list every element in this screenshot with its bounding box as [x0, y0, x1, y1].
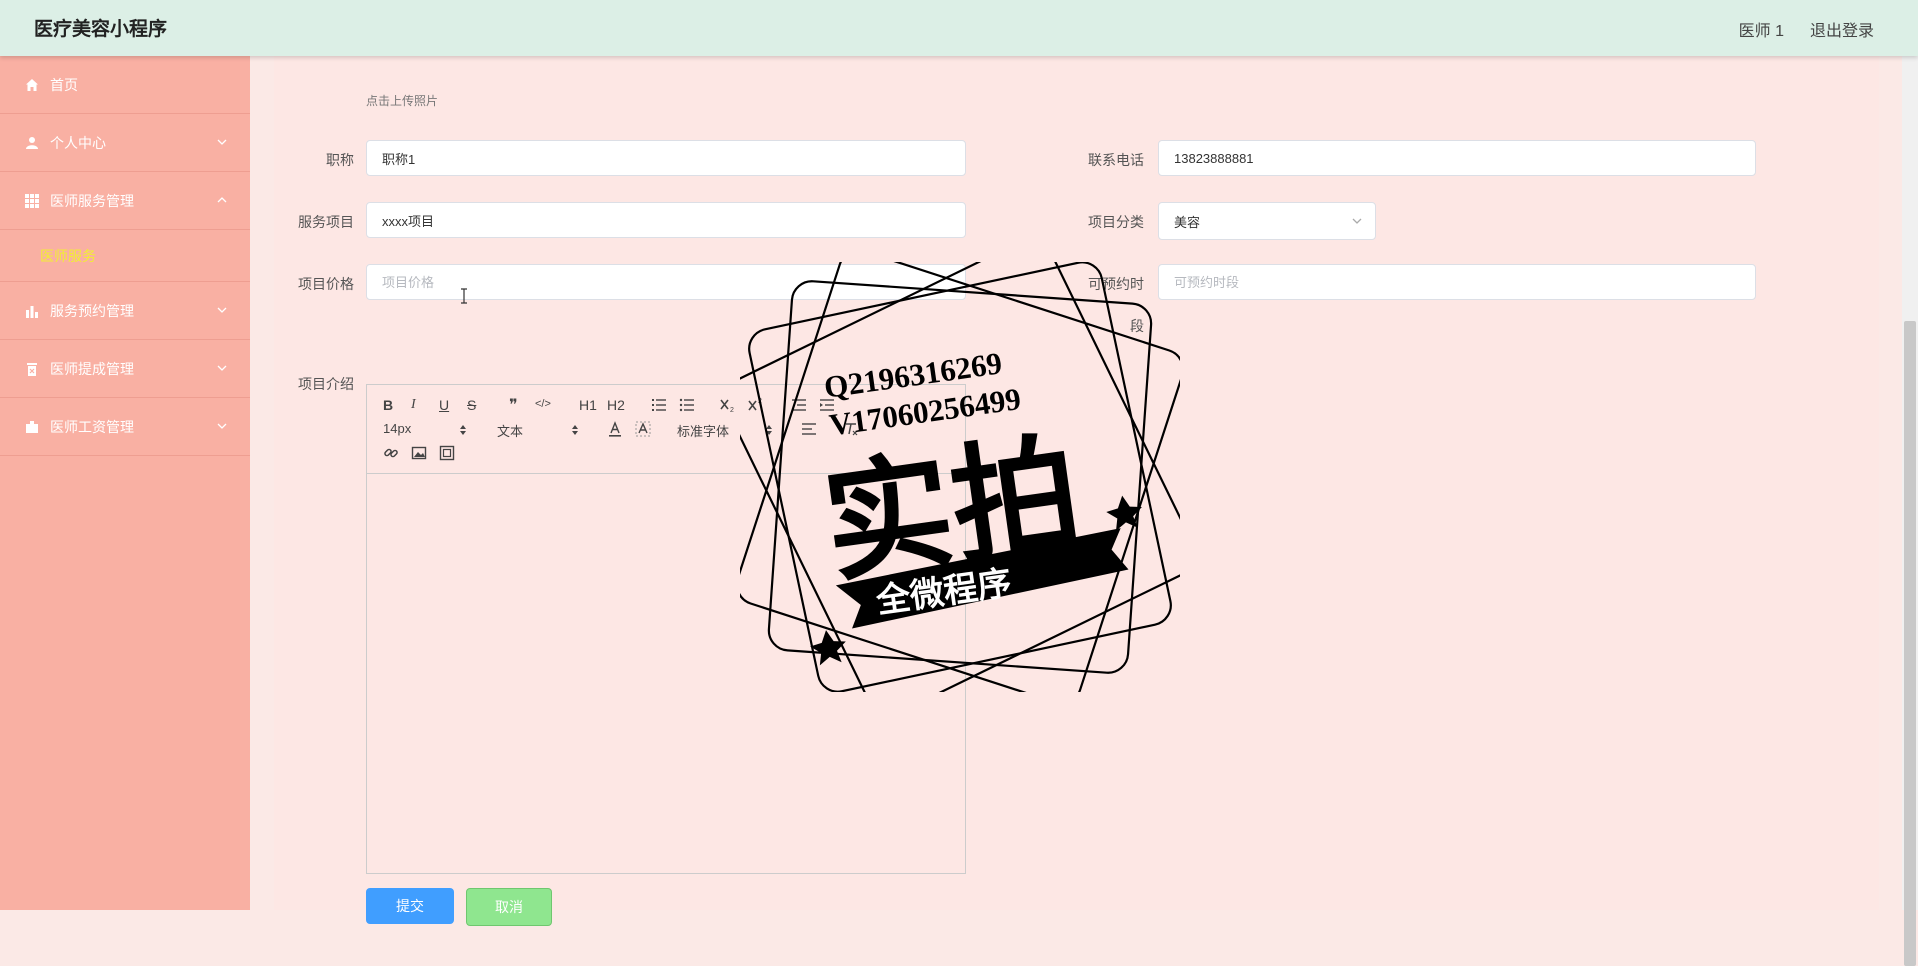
blockquote-button[interactable]: ❞	[509, 395, 518, 415]
cancel-button[interactable]: 取消	[466, 888, 552, 926]
sidebar-item-appointment[interactable]: 服务预约管理	[0, 282, 250, 340]
code-button[interactable]: </>	[535, 398, 551, 410]
price-label: 项目价格	[298, 276, 354, 292]
sidebar-item-label: 医师工资管理	[50, 418, 134, 435]
video-icon[interactable]	[439, 445, 455, 461]
time-input[interactable]	[1158, 264, 1756, 300]
scrollbar-track[interactable]	[1902, 56, 1918, 966]
trash-icon	[24, 361, 40, 377]
superscript-icon[interactable]: 2	[747, 397, 765, 413]
sidebar-item-label: 医师服务管理	[50, 192, 134, 209]
app-title: 医疗美容小程序	[34, 19, 168, 40]
top-right-links: 医师 1 退出登录	[1739, 17, 1874, 41]
underline-button[interactable]: U	[439, 397, 449, 413]
select-arrows-icon	[572, 425, 578, 435]
link-icon[interactable]	[383, 445, 399, 461]
align-icon[interactable]	[801, 421, 817, 437]
bullet-list-icon[interactable]	[679, 397, 695, 413]
h1-button[interactable]: H1	[579, 397, 597, 413]
wallet-icon	[24, 419, 40, 435]
background-color-icon[interactable]	[635, 421, 651, 437]
title-label: 职称	[326, 152, 354, 168]
h2-button[interactable]: H2	[607, 397, 625, 413]
time-label: 可预约时	[1088, 276, 1144, 292]
strike-button[interactable]: S	[467, 397, 476, 413]
chevron-up-icon	[217, 197, 227, 203]
select-arrows-icon	[766, 425, 772, 435]
editor-toolbar: B I U S ❞ </> H1 H2 2 2 14px 文本 标准字体	[367, 385, 965, 474]
indent-icon[interactable]	[819, 397, 835, 413]
submit-button[interactable]: 提交	[366, 888, 454, 924]
phone-input[interactable]	[1158, 140, 1756, 176]
user-name[interactable]: 医师 1	[1739, 17, 1784, 41]
text-cursor-icon	[461, 288, 467, 304]
sidebar-item-salary[interactable]: 医师工资管理	[0, 398, 250, 456]
rich-text-editor[interactable]: B I U S ❞ </> H1 H2 2 2 14px 文本 标准字体	[366, 384, 966, 874]
bold-button[interactable]: B	[383, 397, 393, 413]
sidebar-item-home[interactable]: 首页	[0, 56, 250, 114]
home-icon	[24, 77, 40, 93]
scrollbar-thumb[interactable]	[1904, 321, 1916, 966]
intro-label: 项目介绍	[298, 376, 354, 392]
clear-format-icon[interactable]	[843, 421, 859, 437]
sidebar: 首页 个人中心 医师服务管理 医师服务 服务预约管理 医师提成管理 医师工资管理	[0, 56, 250, 910]
svg-text:2: 2	[758, 398, 762, 405]
subscript-icon[interactable]: 2	[719, 397, 737, 413]
category-selected-value: 美容	[1174, 214, 1201, 230]
sidebar-item-label: 医师提成管理	[50, 360, 134, 377]
category-label: 项目分类	[1088, 214, 1144, 230]
upload-photo-hint[interactable]: 点击上传照片	[366, 92, 438, 109]
italic-button[interactable]: I	[411, 397, 416, 413]
font-color-icon[interactable]	[607, 421, 623, 437]
sidebar-item-label: 个人中心	[50, 134, 106, 151]
chevron-down-icon	[217, 423, 227, 429]
text-style-select[interactable]: 文本	[497, 421, 523, 440]
time-label-cont: 段	[1130, 318, 1144, 334]
logout-link[interactable]: 退出登录	[1810, 17, 1874, 41]
chevron-down-icon	[1352, 218, 1362, 224]
sidebar-item-doctor-service[interactable]: 医师服务管理	[0, 172, 250, 230]
ordered-list-icon[interactable]	[651, 397, 667, 413]
font-family-select[interactable]: 标准字体	[677, 421, 729, 440]
sidebar-item-commission[interactable]: 医师提成管理	[0, 340, 250, 398]
price-input[interactable]	[366, 264, 966, 300]
chevron-down-icon	[217, 307, 227, 313]
sidebar-item-personal[interactable]: 个人中心	[0, 114, 250, 172]
svg-text:2: 2	[730, 407, 734, 413]
service-input[interactable]	[366, 202, 966, 238]
sidebar-item-label: 首页	[50, 76, 78, 93]
sidebar-subitem-doctor-service[interactable]: 医师服务	[0, 230, 250, 282]
grid-icon	[24, 193, 40, 209]
sidebar-item-label: 服务预约管理	[50, 302, 134, 319]
chevron-down-icon	[217, 365, 227, 371]
chevron-down-icon	[217, 139, 227, 145]
phone-label: 联系电话	[1088, 152, 1144, 168]
user-icon	[24, 135, 40, 151]
service-label: 服务项目	[298, 214, 354, 230]
title-input[interactable]	[366, 140, 966, 176]
image-icon[interactable]	[411, 445, 427, 461]
outdent-icon[interactable]	[791, 397, 807, 413]
top-bar: 医疗美容小程序 医师 1 退出登录	[0, 0, 1918, 56]
font-size-select[interactable]: 14px	[383, 421, 411, 436]
select-arrows-icon	[460, 425, 466, 435]
bar-chart-icon	[24, 303, 40, 319]
category-select[interactable]: 美容	[1158, 202, 1376, 240]
